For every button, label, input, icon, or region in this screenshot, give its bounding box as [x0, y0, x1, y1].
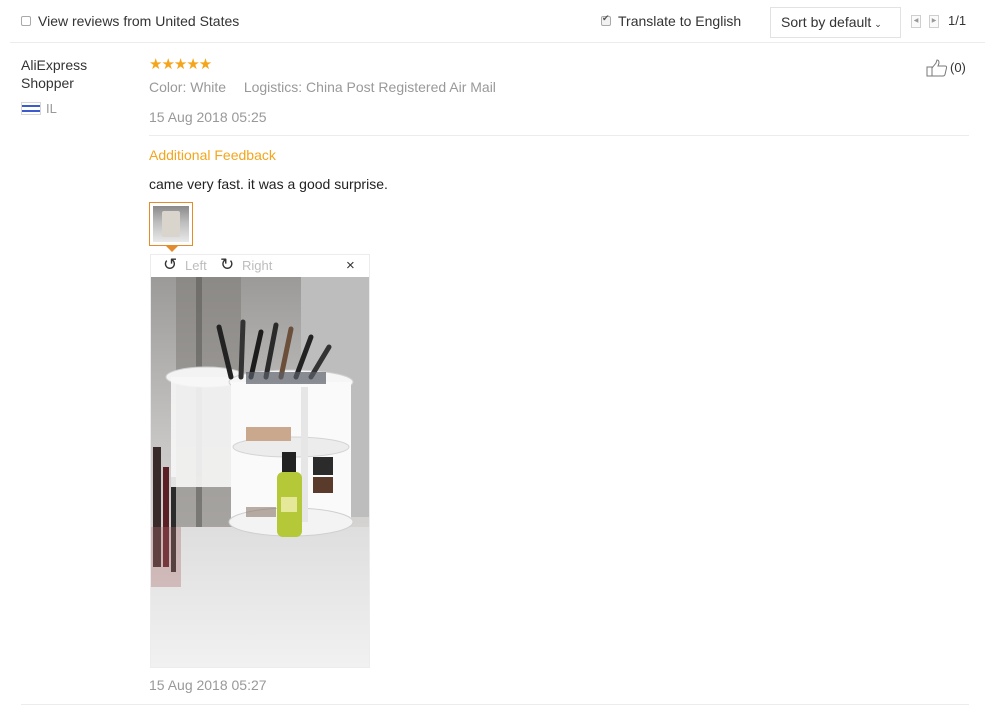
close-icon[interactable]: ×: [346, 257, 355, 274]
rotate-right-icon[interactable]: ↻: [220, 256, 234, 274]
translate-checkbox[interactable]: [601, 13, 611, 26]
helpful-count: (0): [950, 60, 966, 75]
reviewer-country: IL: [46, 101, 57, 116]
thumbnail-pointer: [166, 246, 178, 252]
review-date: 15 Aug 2018 05:25: [149, 109, 267, 125]
additional-feedback-date: 15 Aug 2018 05:27: [149, 677, 267, 693]
divider: [149, 135, 969, 136]
additional-feedback-heading: Additional Feedback: [149, 147, 276, 163]
image-viewer: ↺ Left ↻ Right ×: [150, 254, 370, 668]
additional-feedback-text: came very fast. it was a good surprise.: [149, 176, 388, 192]
star-rating: ★★★★★: [149, 56, 212, 73]
rotate-left-icon[interactable]: ↺: [163, 256, 177, 274]
view-us-reviews-label[interactable]: View reviews from United States: [38, 13, 239, 29]
review-filter-bar: View reviews from United States Translat…: [0, 0, 1000, 43]
sort-dropdown[interactable]: Sort by default ⌄: [770, 7, 901, 38]
next-page-button[interactable]: ▶: [929, 15, 939, 28]
sort-dropdown-label: Sort by default ⌄: [781, 14, 882, 30]
review-photo-image: [151, 277, 369, 667]
israel-flag-icon: [21, 102, 41, 115]
image-viewer-toolbar: ↺ Left ↻ Right ×: [151, 255, 369, 277]
review-photo: [151, 277, 369, 667]
divider: [21, 704, 969, 705]
view-us-reviews-checkbox[interactable]: [21, 16, 31, 26]
review-meta: Color: White Logistics: China Post Regis…: [149, 79, 496, 95]
reviewer-name: AliExpress Shopper: [21, 57, 88, 91]
sort-dropdown-value: Sort by default: [781, 14, 872, 30]
thumbs-up-icon[interactable]: [926, 59, 948, 77]
translate-label[interactable]: Translate to English: [618, 13, 741, 29]
prev-page-button[interactable]: ◀: [911, 15, 921, 28]
review-logistics: Logistics: China Post Registered Air Mai…: [243, 79, 496, 95]
review-color: Color: White: [149, 79, 227, 95]
chevron-down-icon: ⌄: [874, 19, 882, 29]
rotate-left-label[interactable]: Left: [185, 258, 207, 273]
thumbnail-image: [153, 206, 189, 242]
rotate-right-label[interactable]: Right: [242, 258, 272, 273]
divider: [10, 42, 985, 43]
page-indicator: 1/1: [948, 13, 967, 28]
review-photo-thumbnail[interactable]: [149, 202, 193, 246]
